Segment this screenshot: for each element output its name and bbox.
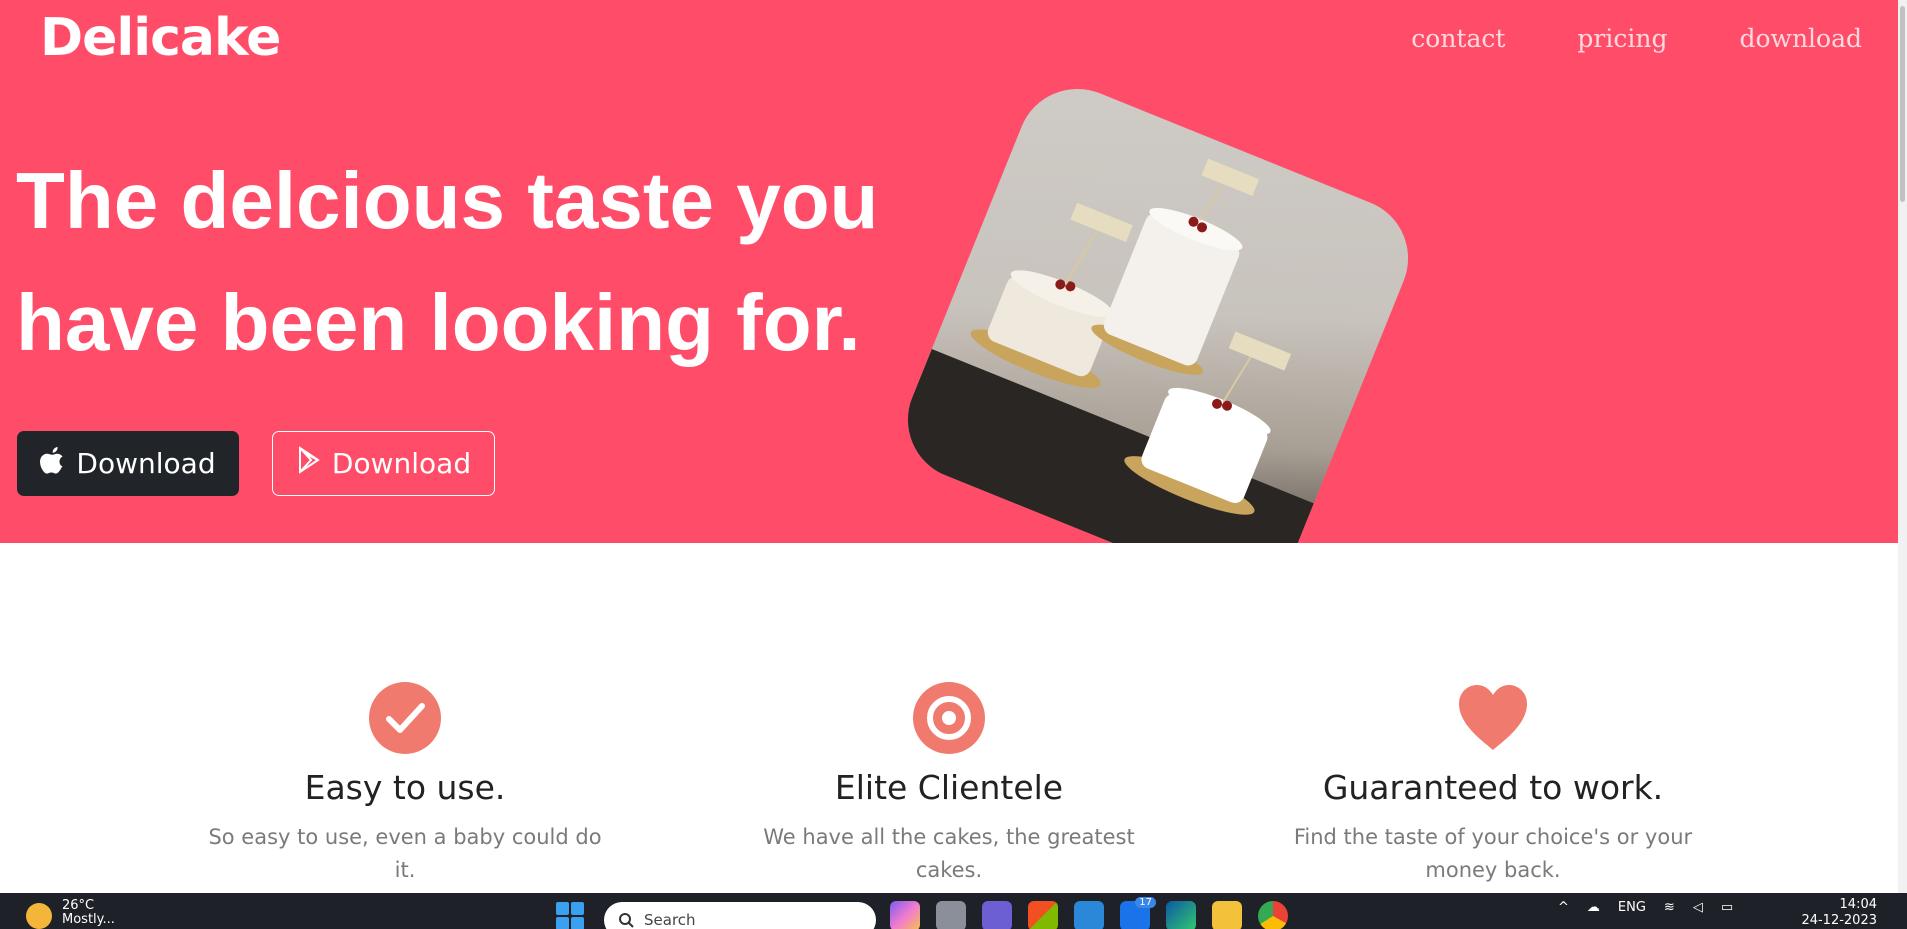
feature-guaranteed: Guaranteed to work. Find the taste of yo… [1283,682,1703,887]
apple-icon [40,446,66,481]
play-store-download-label: Download [331,447,472,480]
feature-title: Guaranteed to work. [1322,768,1664,807]
chevron-up-icon[interactable]: ^ [1558,900,1569,915]
check-circle-icon [369,682,441,754]
taskbar-search-placeholder: Search [644,911,696,929]
weather-temp: 26°C [62,898,95,913]
volume-icon[interactable]: ◁ [1693,900,1703,915]
top-nav: contact pricing download [1411,24,1862,53]
language-indicator[interactable]: ENG [1618,900,1646,915]
scrollbar-thumb[interactable] [1900,6,1905,202]
weather-icon [26,903,52,929]
page-scrollbar[interactable] [1898,0,1907,893]
weather-condition: Mostly... [62,912,115,927]
taskbar-search[interactable]: Search [604,902,876,929]
hero-section: Delicake contact pricing download The de… [0,0,1898,543]
play-store-icon [296,446,322,481]
file-explorer-icon[interactable] [936,901,966,929]
teams-icon[interactable] [982,901,1012,929]
system-tray: ^ ☁ ENG ≋ ◁ ▭ [1558,900,1733,915]
nav-pricing[interactable]: pricing [1577,24,1667,53]
mail-icon[interactable]: 17 [1120,897,1156,929]
photos-icon[interactable] [1074,901,1104,929]
search-icon [619,913,634,928]
nav-contact[interactable]: contact [1411,24,1505,53]
feature-text: We have all the cakes, the greatest cake… [763,825,1135,882]
folder-icon[interactable] [1212,901,1242,929]
heart-icon [1457,682,1529,754]
clock[interactable]: 14:04 24-12-2023 [1801,897,1877,929]
feature-text: So easy to use, even a baby could do it. [208,825,602,882]
nav-download[interactable]: download [1739,24,1862,53]
bullseye-icon [913,682,985,754]
brand-logo[interactable]: Delicake [40,8,281,68]
mail-badge: 17 [1135,897,1156,908]
clock-date: 24-12-2023 [1801,913,1877,928]
onedrive-icon[interactable]: ☁ [1587,900,1600,915]
feature-title: Elite Clientele [834,768,1064,807]
windows-start-icon[interactable] [556,902,584,929]
feature-text: Find the taste of your choice's or your … [1293,825,1693,882]
hero-headline: The delcious taste you have been looking… [16,156,879,367]
wifi-icon[interactable]: ≋ [1664,900,1675,915]
battery-icon[interactable]: ▭ [1721,900,1733,915]
cake-photo [889,70,1427,543]
weather-widget[interactable]: 26°C Mostly... [26,899,115,929]
edge-icon[interactable] [1166,901,1196,929]
app-store-download-label: Download [76,447,216,480]
copilot-icon[interactable] [890,901,920,929]
play-store-download-button[interactable]: Download [272,431,495,496]
chrome-icon[interactable] [1258,901,1288,929]
clock-time: 14:04 [1839,897,1877,912]
os-taskbar: 26°C Mostly... Search 17 ^ ☁ ENG ≋ ◁ ▭ 1… [0,893,1907,929]
taskbar-apps: 17 [890,897,1288,929]
feature-elite: Elite Clientele We have all the cakes, t… [739,682,1159,887]
store-icon[interactable] [1028,901,1058,929]
app-store-download-button[interactable]: Download [17,431,239,496]
feature-easy: Easy to use. So easy to use, even a baby… [195,682,615,887]
feature-title: Easy to use. [304,768,506,807]
